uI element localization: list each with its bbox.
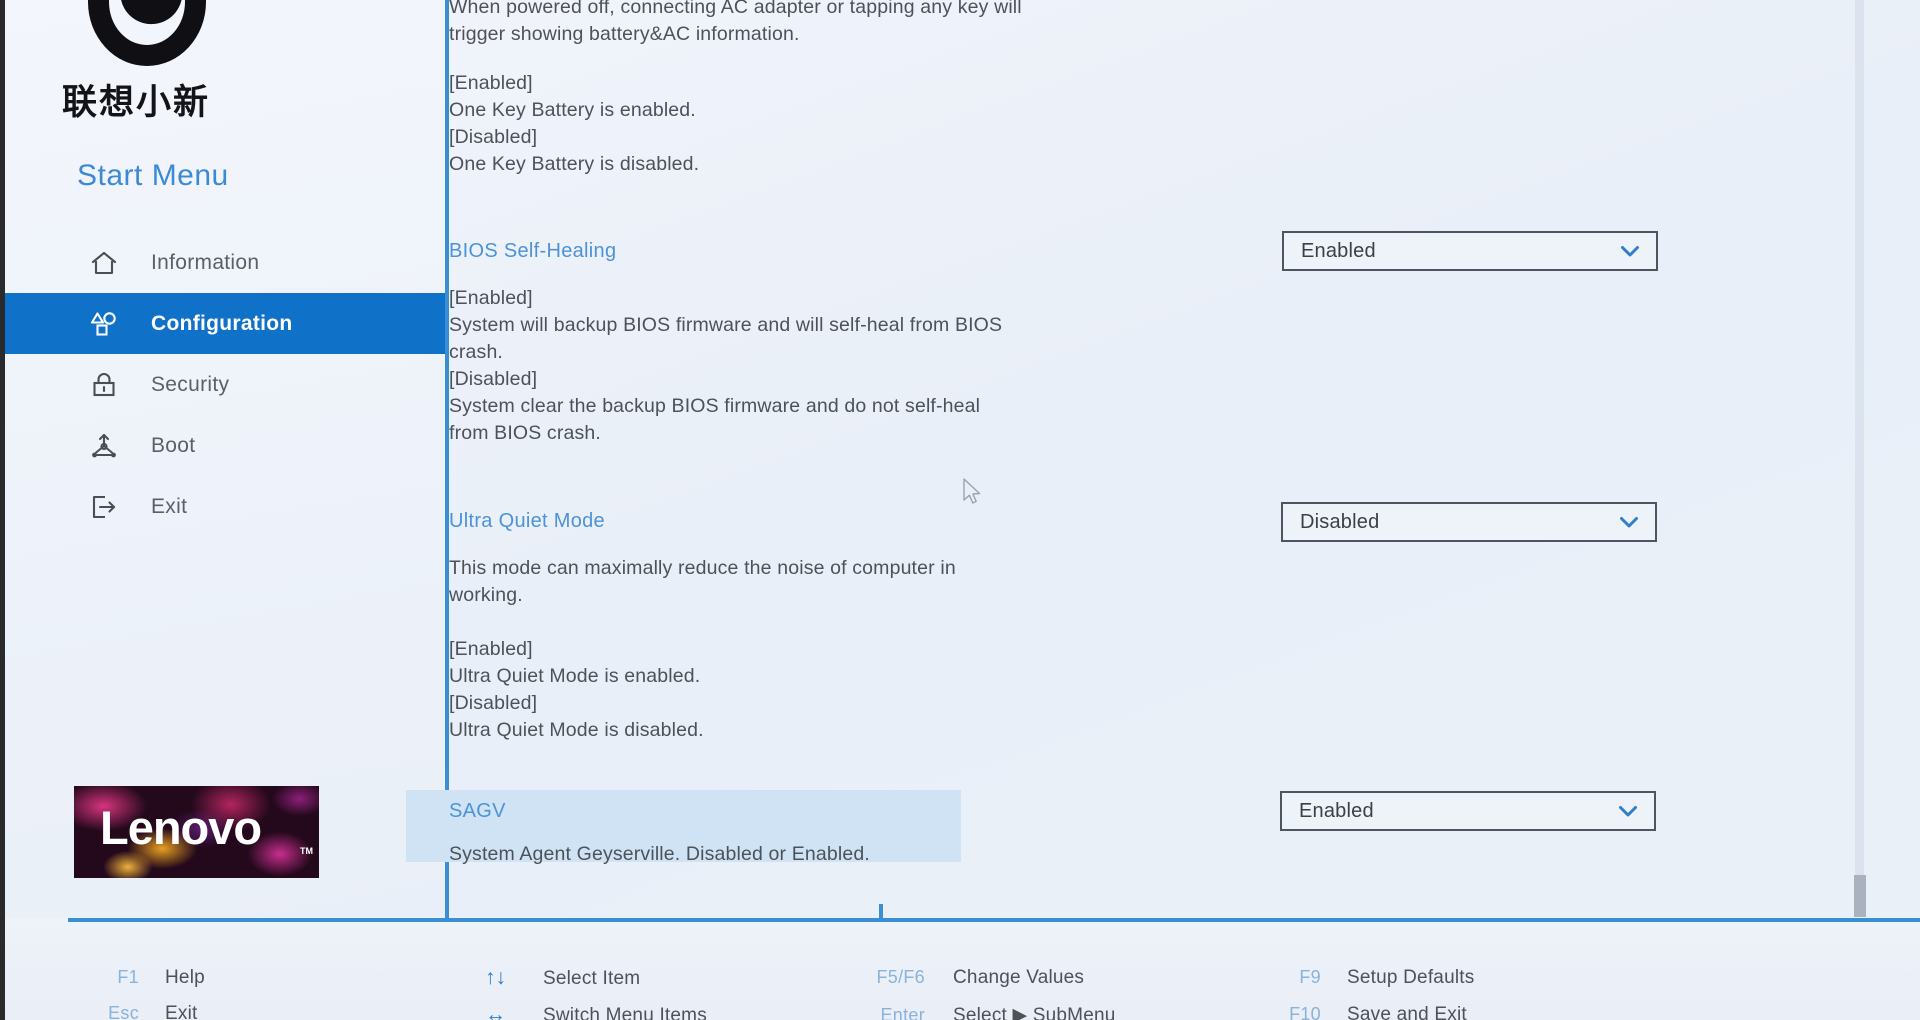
chevron-down-icon [1618, 239, 1642, 263]
dropdown-value: Enabled [1301, 239, 1376, 262]
sidebar: 联想小新 Start Menu Information Configuratio… [5, 0, 445, 918]
help-desc: Select Item [543, 968, 641, 989]
help-key: F5/F6 [876, 967, 925, 987]
settings-content-panel: When powered off, connecting AC adapter … [406, 0, 1920, 918]
help-desc: Exit [165, 1003, 198, 1020]
help-bar-rule-right [442, 904, 1920, 922]
setting-description: [Enabled] System will backup BIOS firmwa… [449, 287, 1003, 444]
scrollbar-track[interactable] [1855, 0, 1864, 905]
help-key: Esc [108, 1003, 139, 1020]
chevron-down-icon [1616, 799, 1640, 823]
sidebar-item-label: Boot [151, 433, 196, 457]
help-bar-rule-left [68, 918, 442, 922]
help-key: Enter [880, 1005, 925, 1020]
help-desc: Setup Defaults [1347, 967, 1475, 988]
bios-setup-screen: 联想小新 Start Menu Information Configuratio… [0, 0, 1920, 1020]
setting-description: This mode can maximally reduce the noise… [449, 557, 956, 741]
dropdown-value: Disabled [1300, 510, 1380, 533]
sidebar-item-security[interactable]: Security [5, 354, 445, 415]
sidebar-item-information[interactable]: Information [5, 232, 445, 293]
setting-title: Ultra Quiet Mode [449, 510, 605, 532]
brand-chinese-name: 联想小新 [62, 83, 211, 123]
exit-icon [89, 492, 119, 522]
help-entry-f5-f6: F5/F6 Change Values [863, 967, 1084, 989]
help-bar-tick [879, 904, 883, 922]
sidebar-item-label: Information [151, 250, 260, 274]
help-entry-f9: F9 Setup Defaults [1281, 967, 1474, 989]
lock-icon [89, 370, 119, 400]
lenovo-trademark-symbol: TM [300, 846, 313, 856]
previous-setting-description-tail: When powered off, connecting AC adapter … [449, 0, 1129, 178]
help-desc: Help [165, 967, 205, 988]
sidebar-item-label: Security [151, 372, 230, 396]
sidebar-item-exit[interactable]: Exit [5, 476, 445, 537]
sidebar-item-boot[interactable]: Boot [5, 415, 445, 476]
dropdown-ultra-quiet-mode[interactable]: Disabled [1281, 502, 1657, 542]
dropdown-sagv[interactable]: Enabled [1280, 791, 1656, 831]
sidebar-item-configuration[interactable]: Configuration [5, 293, 445, 354]
home-icon [89, 248, 119, 278]
chevron-down-icon [1617, 510, 1641, 534]
help-desc: Save and Exit [1347, 1004, 1467, 1020]
help-desc: Switch Menu Items [543, 1005, 707, 1020]
help-desc: Select ▶ SubMenu [953, 1005, 1116, 1020]
one-key-battery-states: [Enabled] One Key Battery is enabled. [D… [449, 72, 700, 175]
dropdown-value: Enabled [1299, 799, 1374, 822]
help-entry-switch-menu: ↔ Switch Menu Items [485, 1003, 707, 1020]
partial-top-text: When powered off, connecting AC adapter … [449, 0, 1022, 45]
dropdown-bios-self-healing[interactable]: Enabled [1282, 231, 1658, 271]
help-entry-enter: Enter Select ▶ SubMenu [863, 1004, 1116, 1020]
setting-title: BIOS Self-Healing [449, 240, 617, 262]
boot-icon [89, 431, 119, 461]
setting-description: System Agent Geyserville. Disabled or En… [449, 843, 870, 865]
shapes-icon [89, 309, 119, 339]
sidebar-item-label: Configuration [151, 311, 293, 335]
sidebar-item-label: Exit [151, 494, 188, 518]
scrollbar-thumb[interactable] [1854, 875, 1866, 917]
start-menu-title: Start Menu [77, 159, 229, 192]
help-key: F9 [1299, 967, 1321, 987]
help-entry-select-item: ↑↓ Select Item [485, 966, 640, 990]
help-entry-f1: F1 Help [85, 967, 205, 989]
lenovo-wordmark: Lenovo [100, 801, 262, 854]
help-desc: Change Values [953, 967, 1085, 988]
help-entry-esc: Esc Exit [85, 1003, 197, 1020]
sidebar-nav-list: Information Configuration Security Boot … [5, 232, 445, 537]
up-down-arrows-icon: ↑↓ [485, 966, 506, 989]
setting-title: SAGV [449, 800, 506, 822]
lenovo-xiaoxin-mascot-icon [88, 0, 206, 78]
lenovo-logo: Lenovo TM [74, 786, 319, 878]
help-key: F1 [117, 967, 139, 987]
help-bar: F1 Help Esc Exit ↑↓ Select Item ↔ Switch… [5, 904, 1920, 1020]
left-right-arrows-icon: ↔ [485, 1003, 506, 1020]
help-entry-f10: F10 Save and Exit [1281, 1004, 1467, 1020]
help-key: F10 [1289, 1004, 1321, 1020]
